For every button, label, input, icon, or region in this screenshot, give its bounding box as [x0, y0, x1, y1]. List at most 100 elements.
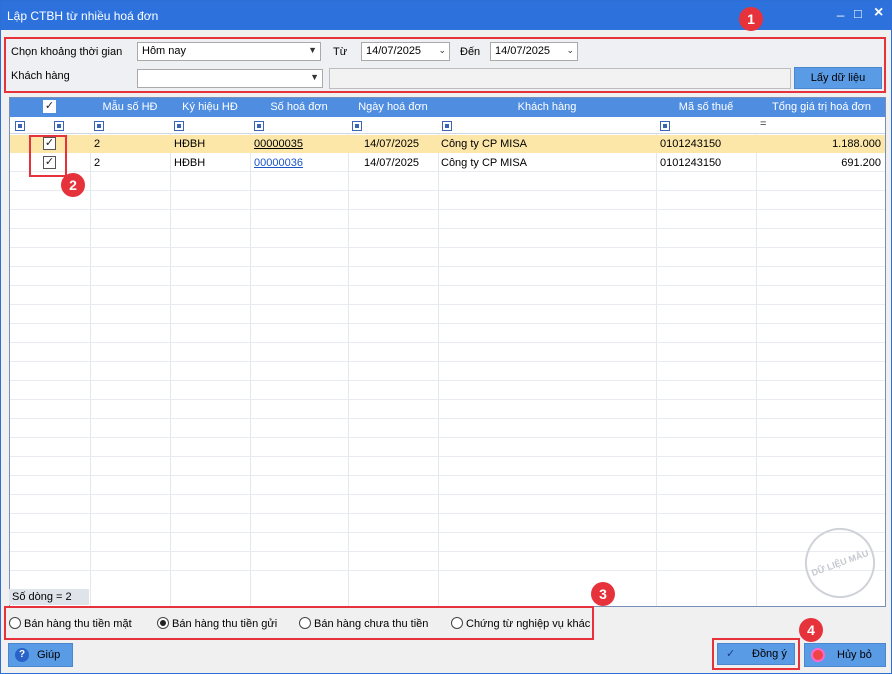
radio-icon [9, 617, 21, 629]
radio-label: Bán hàng thu tiền mặt [24, 618, 132, 630]
period-select[interactable]: Hôm nay ▼ [137, 42, 321, 61]
from-date-picker[interactable]: 14/07/2025 ⌄ [361, 42, 450, 61]
radio-unpaid-sale[interactable]: Bán hàng chưa thu tiền [299, 617, 428, 630]
callout-badge-4: 4 [799, 618, 823, 642]
filter-icon[interactable] [54, 121, 64, 131]
chevron-down-icon: ▼ [308, 45, 317, 55]
row-divider [10, 437, 885, 438]
callout-checkbox-highlight [29, 135, 67, 177]
col-divider [348, 134, 349, 606]
window-title: Lập CTBH từ nhiều hoá đơn [7, 9, 159, 23]
from-label: Từ [333, 46, 348, 58]
col-divider [756, 134, 757, 606]
col-divider [170, 134, 171, 606]
chevron-down-icon: ⌄ [566, 45, 574, 55]
radio-cash-sale[interactable]: Bán hàng thu tiền mặt [9, 617, 132, 630]
equals-filter-icon[interactable]: = [760, 118, 766, 130]
maximize-icon[interactable]: □ [854, 7, 862, 21]
sale-type-group: Bán hàng thu tiền mặt Bán hàng thu tiền … [4, 606, 594, 640]
col-divider [250, 134, 251, 606]
radio-other-voucher[interactable]: Chứng từ nghiệp vụ khác [451, 617, 590, 630]
row-divider [10, 285, 885, 286]
close-icon[interactable]: × [874, 5, 883, 21]
col-number[interactable]: Số hoá đơn [250, 101, 348, 113]
cell-symbol: HĐBH [174, 157, 206, 169]
cell-symbol: HĐBH [174, 138, 206, 150]
cell-form: 2 [94, 157, 101, 169]
cell-date: 14/07/2025 [364, 157, 420, 169]
select-all-checkbox[interactable]: ✓ [43, 100, 56, 113]
help-button[interactable]: ? Giúp [8, 643, 73, 667]
to-date-value: 14/07/2025 [495, 45, 551, 57]
row-divider [10, 228, 885, 229]
col-date[interactable]: Ngày hoá đơn [348, 101, 438, 113]
filter-icon[interactable] [352, 121, 362, 131]
ok-button-label: Đồng ý [752, 648, 787, 660]
col-divider [90, 134, 91, 606]
help-button-label: Giúp [37, 649, 61, 661]
row-divider [10, 304, 885, 305]
row-divider [10, 513, 885, 514]
callout-badge-2: 2 [61, 173, 85, 197]
fetch-data-button[interactable]: Lấy dữ liệu [794, 67, 882, 89]
cell-form: 2 [94, 138, 101, 150]
col-divider [438, 134, 439, 606]
cancel-icon [811, 648, 825, 662]
row-divider [10, 456, 885, 457]
check-icon: ✓ [726, 648, 736, 660]
customer-label: Khách hàng [11, 70, 70, 82]
col-tax-code[interactable]: Mã số thuế [656, 101, 756, 113]
cancel-button[interactable]: Hủy bỏ [804, 643, 886, 667]
cell-customer: Công ty CP MISA [441, 157, 527, 169]
col-customer[interactable]: Khách hàng [438, 101, 656, 113]
table-row[interactable]: ✓ 2 HĐBH 00000035 14/07/2025 Công ty CP … [10, 135, 885, 153]
row-divider [10, 209, 885, 210]
filter-icon[interactable] [174, 121, 184, 131]
filter-icon[interactable] [15, 121, 25, 131]
radio-label: Chứng từ nghiệp vụ khác [466, 618, 591, 630]
row-divider [10, 190, 885, 191]
radio-deposit-sale[interactable]: Bán hàng thu tiền gửi [157, 617, 277, 630]
row-divider [10, 361, 885, 362]
col-form[interactable]: Mẫu số HĐ [90, 101, 170, 113]
filter-icon[interactable] [254, 121, 264, 131]
row-divider [10, 266, 885, 267]
cell-total: 691.200 [841, 157, 881, 169]
row-divider [10, 532, 885, 533]
minimize-icon[interactable]: _ [837, 3, 844, 17]
cell-total: 1.188.000 [832, 138, 881, 150]
ok-button[interactable]: ✓ Đồng ý [717, 643, 795, 665]
chevron-down-icon: ▼ [310, 72, 319, 82]
row-divider [10, 247, 885, 248]
cell-customer: Công ty CP MISA [441, 138, 527, 150]
row-divider [10, 342, 885, 343]
period-value: Hôm nay [142, 45, 187, 57]
row-divider [10, 570, 885, 571]
filter-icon[interactable] [442, 121, 452, 131]
row-divider [10, 475, 885, 476]
from-date-value: 14/07/2025 [366, 45, 422, 57]
help-icon: ? [15, 648, 29, 662]
radio-label: Bán hàng thu tiền gửi [172, 618, 278, 630]
row-divider [10, 551, 885, 552]
filter-panel: Chọn khoảng thời gian Hôm nay ▼ Từ 14/07… [4, 37, 886, 93]
ok-button-highlight: ✓ Đồng ý [712, 638, 800, 670]
customer-name-field [329, 68, 791, 89]
cell-invoice-number-link[interactable]: 00000036 [254, 157, 303, 169]
customer-select[interactable]: ▼ [137, 69, 323, 88]
to-date-picker[interactable]: 14/07/2025 ⌄ [490, 42, 578, 61]
table-row[interactable]: ✓ 2 HĐBH 00000036 14/07/2025 Công ty CP … [10, 154, 885, 172]
cell-invoice-number-link[interactable]: 00000035 [254, 138, 303, 150]
callout-badge-1: 1 [739, 7, 763, 31]
col-total[interactable]: Tổng giá trị hoá đơn [756, 101, 885, 113]
to-label: Đến [460, 46, 481, 58]
col-symbol[interactable]: Ký hiệu HĐ [170, 101, 250, 113]
grid-filter-row: = [10, 117, 885, 134]
filter-icon[interactable] [660, 121, 670, 131]
radio-label: Bán hàng chưa thu tiền [314, 618, 429, 630]
filter-icon[interactable] [94, 121, 104, 131]
row-divider [10, 380, 885, 381]
row-divider [10, 418, 885, 419]
cell-tax-code: 0101243150 [660, 138, 722, 150]
row-divider [10, 494, 885, 495]
